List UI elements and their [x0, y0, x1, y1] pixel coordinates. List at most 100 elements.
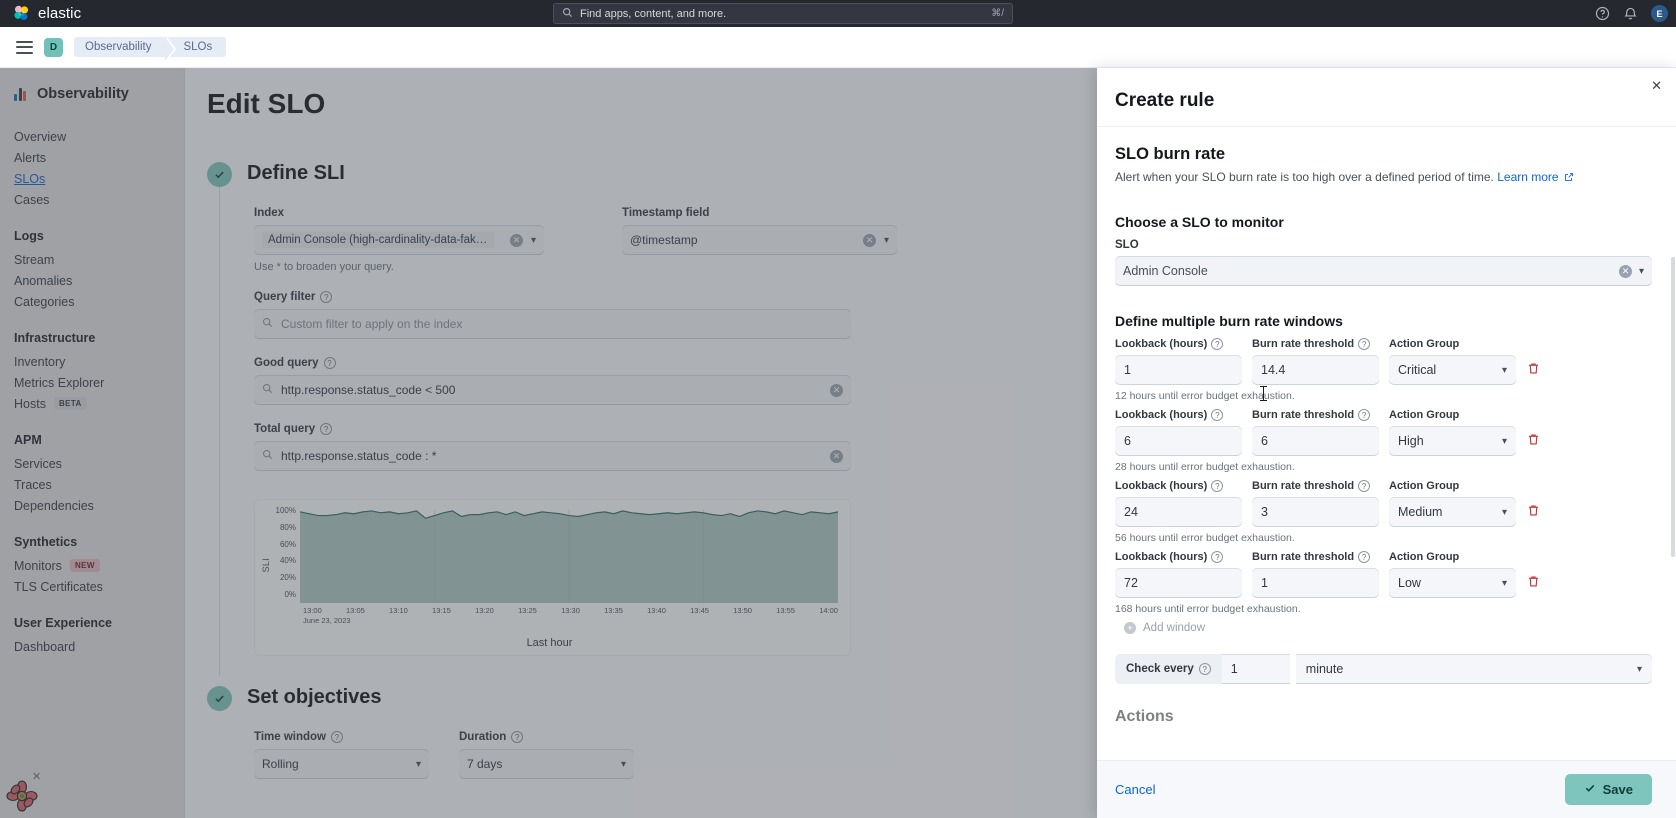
chevron-down-icon[interactable]: ▾ — [1637, 664, 1642, 675]
sidebar-item-dashboard[interactable]: Dashboard — [0, 636, 184, 657]
clear-icon[interactable]: ✕ — [1618, 264, 1632, 278]
help-icon[interactable]: ? — [1358, 480, 1371, 493]
action-group-select[interactable]: High ▾ — [1389, 426, 1516, 457]
pink-flower-icon[interactable] — [6, 780, 38, 812]
help-icon[interactable]: ? — [1358, 551, 1371, 564]
search-icon — [262, 317, 273, 331]
step-connector — [219, 187, 220, 676]
menu-toggle-icon[interactable] — [16, 40, 33, 54]
threshold-label-text: Burn rate threshold — [1252, 409, 1355, 422]
exhaustion-note: 168 hours until error budget exhaustion. — [1115, 603, 1301, 616]
y-tick: 20% — [279, 573, 296, 583]
index-combobox[interactable]: Admin Console (high-cardinality-data-fak… — [254, 225, 544, 255]
threshold-input[interactable]: 14.4 — [1252, 355, 1379, 386]
clear-icon[interactable]: ✕ — [830, 383, 843, 397]
sidebar-item-traces[interactable]: Traces — [0, 474, 184, 495]
user-avatar[interactable]: E — [1651, 5, 1668, 22]
chart-x-axis-title: Last hour — [526, 637, 573, 649]
sidebar-item-slos[interactable]: SLOs — [0, 168, 184, 189]
help-icon[interactable]: ? — [511, 731, 524, 743]
action-group-select[interactable]: Critical ▾ — [1389, 355, 1516, 386]
chevron-down-icon[interactable]: ▾ — [531, 235, 536, 246]
save-button[interactable]: Save — [1564, 774, 1652, 805]
help-icon[interactable]: ? — [320, 423, 333, 435]
learn-more-link[interactable]: Learn more — [1497, 170, 1558, 184]
delete-window-icon[interactable] — [1516, 504, 1542, 527]
lookback-input[interactable]: 1 — [1115, 355, 1242, 386]
burn-rate-window-row: Lookback (hours) ? 1 Burn rate threshold… — [1115, 338, 1652, 386]
elastic-brand[interactable]: elastic — [0, 4, 81, 23]
check-every-value-input[interactable]: 1 — [1221, 654, 1290, 685]
action-group-select[interactable]: Medium ▾ — [1389, 497, 1516, 528]
global-search-bar[interactable]: Find apps, content, and more. ⌘/ — [553, 3, 1013, 24]
query-filter-input[interactable]: Custom filter to apply on the index — [254, 309, 851, 339]
clear-icon[interactable]: ✕ — [830, 449, 843, 463]
sidebar-item-cases[interactable]: Cases — [0, 189, 184, 210]
help-icon[interactable] — [1595, 6, 1610, 21]
chevron-down-icon[interactable]: ▾ — [1502, 578, 1507, 589]
help-icon[interactable]: ? — [1211, 338, 1224, 351]
chevron-down-icon[interactable]: ▾ — [1502, 436, 1507, 447]
sidebar-item-inventory[interactable]: Inventory — [0, 351, 184, 372]
sidebar-item-services[interactable]: Services — [0, 453, 184, 474]
threshold-input[interactable]: 6 — [1252, 426, 1379, 457]
lookback-input[interactable]: 72 — [1115, 568, 1242, 599]
total-query-input[interactable]: http.response.status_code : * ✕ — [254, 441, 851, 471]
sidebar-item-anomalies[interactable]: Anomalies — [0, 270, 184, 291]
text-cursor — [1260, 386, 1267, 401]
clear-icon[interactable]: ✕ — [509, 233, 523, 247]
help-icon[interactable]: ? — [1358, 409, 1371, 422]
sidebar-item-label: Monitors — [14, 558, 62, 573]
delete-window-icon[interactable] — [1516, 575, 1542, 598]
flyout-scrollbar[interactable] — [1671, 257, 1675, 557]
search-input[interactable]: Find apps, content, and more. — [580, 8, 726, 20]
threshold-input[interactable]: 3 — [1252, 497, 1379, 528]
clear-icon[interactable]: ✕ — [862, 233, 876, 247]
lookback-input[interactable]: 6 — [1115, 426, 1242, 457]
chevron-down-icon[interactable]: ▾ — [416, 759, 421, 770]
cancel-button[interactable]: Cancel — [1115, 782, 1155, 797]
space-avatar[interactable]: D — [44, 37, 63, 57]
help-icon[interactable]: ? — [320, 291, 333, 303]
notifications-icon[interactable] — [1623, 6, 1638, 21]
help-icon[interactable]: ? — [1211, 551, 1224, 564]
sidebar-item-dependencies[interactable]: Dependencies — [0, 495, 184, 516]
chevron-down-icon[interactable]: ▾ — [1502, 365, 1507, 376]
burn-rate-window-row: Lookback (hours) ? 24 Burn rate threshol… — [1115, 480, 1652, 528]
sidebar-item-categories[interactable]: Categories — [0, 291, 184, 312]
help-icon[interactable]: ? — [1358, 338, 1371, 351]
external-link-icon[interactable] — [1564, 170, 1574, 187]
sidebar-item-metrics-explorer[interactable]: Metrics Explorer — [0, 372, 184, 393]
check-every-unit-select[interactable]: minute ▾ — [1295, 654, 1652, 685]
timestamp-combobox[interactable]: @timestamp ✕ ▾ — [622, 225, 897, 255]
y-tick: 40% — [279, 556, 296, 566]
sidebar-item-tls-certificates[interactable]: TLS Certificates — [0, 576, 184, 597]
slo-combobox[interactable]: Admin Console ✕ ▾ — [1115, 256, 1652, 287]
help-icon[interactable]: ? — [1211, 480, 1224, 493]
add-window-label: Add window — [1143, 622, 1206, 635]
help-icon[interactable]: ? — [1211, 409, 1224, 422]
chevron-down-icon[interactable]: ▾ — [884, 235, 889, 246]
duration-select[interactable]: 7 days ▾ — [459, 749, 634, 779]
action-group-select[interactable]: Low ▾ — [1389, 568, 1516, 599]
chevron-down-icon[interactable]: ▾ — [1502, 507, 1507, 518]
add-window-button[interactable]: + Add window — [1124, 622, 1652, 635]
sidebar-item-hosts[interactable]: Hosts BETA — [0, 393, 184, 414]
breadcrumb-item-observability[interactable]: Observability — [74, 37, 177, 61]
delete-window-icon[interactable] — [1516, 433, 1542, 456]
help-icon[interactable]: ? — [323, 357, 336, 369]
threshold-input[interactable]: 1 — [1252, 568, 1379, 599]
help-icon[interactable]: ? — [1198, 663, 1211, 676]
sidebar-item-monitors[interactable]: Monitors NEW — [0, 555, 184, 576]
sidebar-item-overview[interactable]: Overview — [0, 126, 184, 147]
chevron-down-icon[interactable]: ▾ — [621, 759, 626, 770]
delete-window-icon[interactable] — [1516, 362, 1542, 385]
good-query-input[interactable]: http.response.status_code < 500 ✕ — [254, 375, 851, 405]
sidebar-item-stream[interactable]: Stream — [0, 249, 184, 270]
close-icon[interactable]: ✕ — [1651, 78, 1662, 94]
help-icon[interactable]: ? — [331, 731, 343, 743]
time-window-select[interactable]: Rolling ▾ — [254, 749, 429, 779]
chevron-down-icon[interactable]: ▾ — [1639, 266, 1644, 277]
lookback-input[interactable]: 24 — [1115, 497, 1242, 528]
sidebar-item-alerts[interactable]: Alerts — [0, 147, 184, 168]
